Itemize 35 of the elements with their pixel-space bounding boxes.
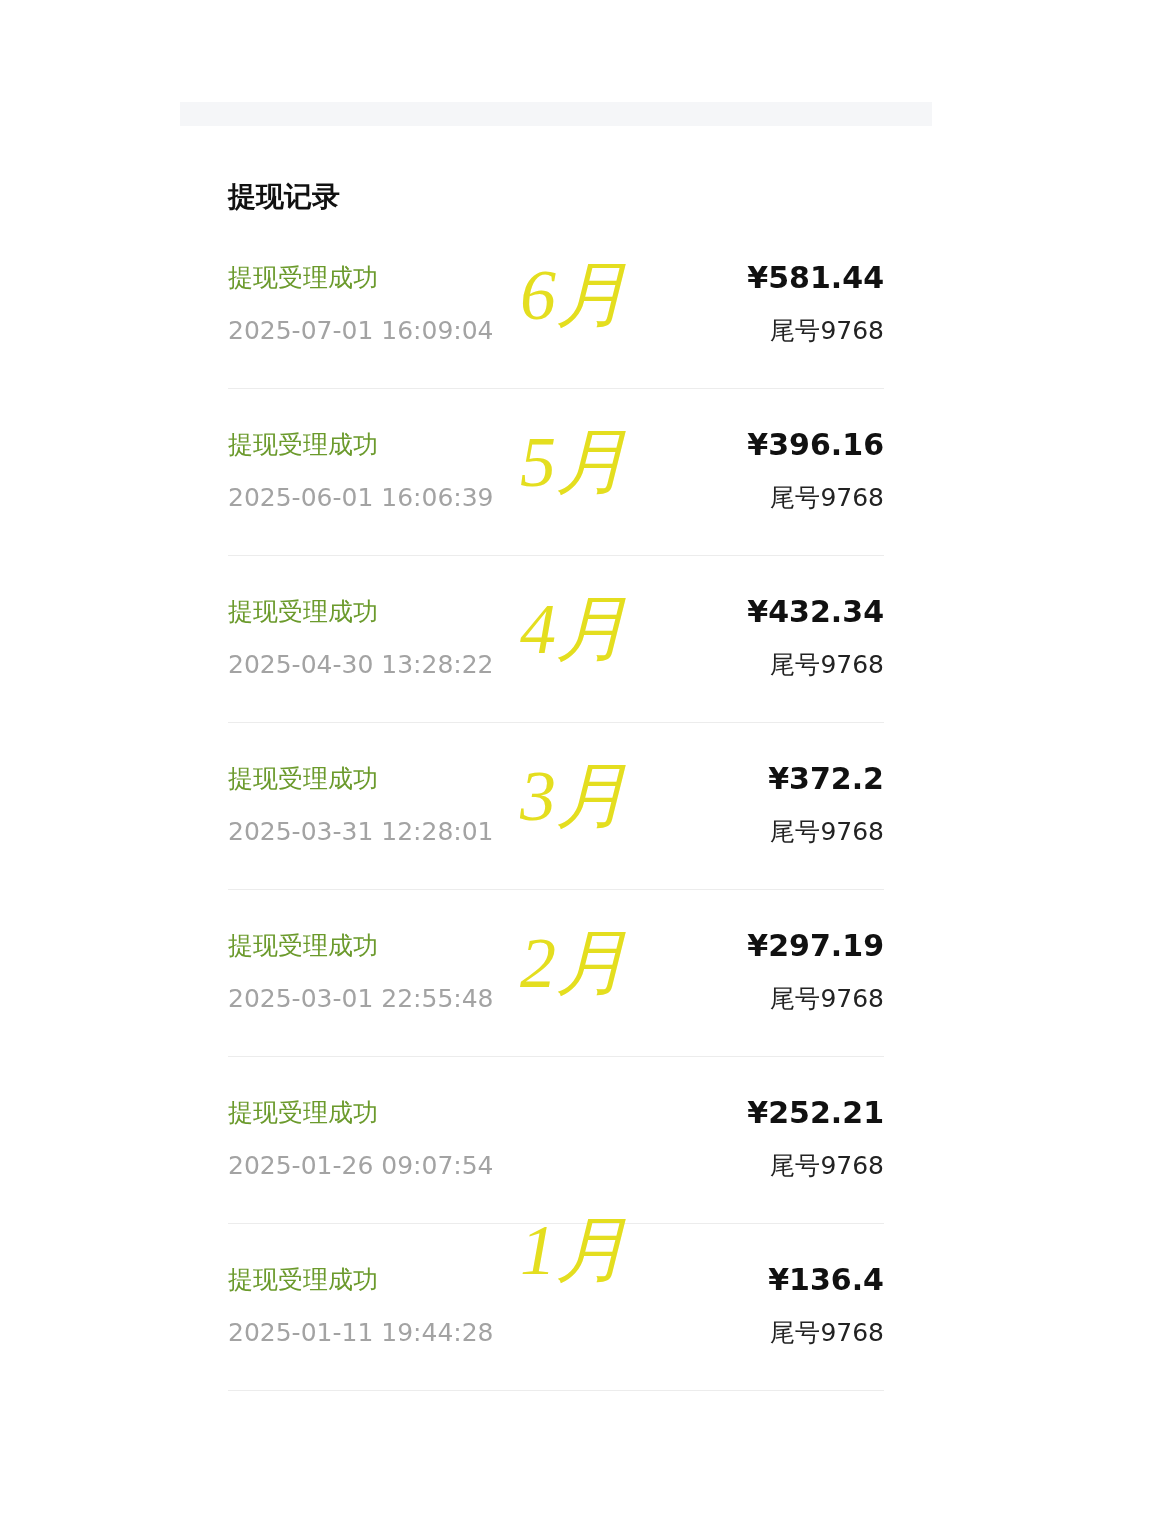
status-text: 提现受理成功: [228, 262, 378, 294]
handwritten-annotation: 4月: [520, 589, 628, 669]
record-time: 2025-03-31 12:28:01: [228, 816, 494, 848]
record-time: 2025-03-01 22:55:48: [228, 983, 494, 1015]
record-time: 2025-04-30 13:28:22: [228, 649, 494, 681]
page-title: 提现记录: [228, 179, 341, 215]
amount: ¥432.34: [747, 594, 884, 630]
card-tail-number: 尾号9768: [770, 315, 884, 347]
card-tail-number: 尾号9768: [770, 649, 884, 681]
handwritten-annotation: 3月: [520, 756, 628, 836]
amount: ¥581.44: [747, 260, 884, 296]
handwritten-annotation: 6月: [520, 255, 628, 335]
handwritten-annotation: 5月: [520, 422, 628, 502]
status-text: 提现受理成功: [228, 1264, 378, 1296]
card-tail-number: 尾号9768: [770, 816, 884, 848]
amount: ¥252.21: [747, 1095, 884, 1131]
record-time: 2025-07-01 16:09:04: [228, 315, 494, 347]
record-time: 2025-01-11 19:44:28: [228, 1317, 494, 1349]
status-text: 提现受理成功: [228, 763, 378, 795]
handwritten-annotation: 1月: [520, 1210, 628, 1290]
card-tail-number: 尾号9768: [770, 983, 884, 1015]
amount: ¥297.19: [747, 928, 884, 964]
amount: ¥396.16: [747, 427, 884, 463]
card-tail-number: 尾号9768: [770, 482, 884, 514]
handwritten-annotation: 2月: [520, 923, 628, 1003]
status-text: 提现受理成功: [228, 930, 378, 962]
record-time: 2025-06-01 16:06:39: [228, 482, 494, 514]
amount: ¥136.4: [768, 1262, 884, 1298]
amount: ¥372.2: [768, 761, 884, 797]
card-tail-number: 尾号9768: [770, 1317, 884, 1349]
status-text: 提现受理成功: [228, 429, 378, 461]
card-tail-number: 尾号9768: [770, 1150, 884, 1182]
status-text: 提现受理成功: [228, 596, 378, 628]
record-time: 2025-01-26 09:07:54: [228, 1150, 494, 1182]
status-text: 提现受理成功: [228, 1097, 378, 1129]
